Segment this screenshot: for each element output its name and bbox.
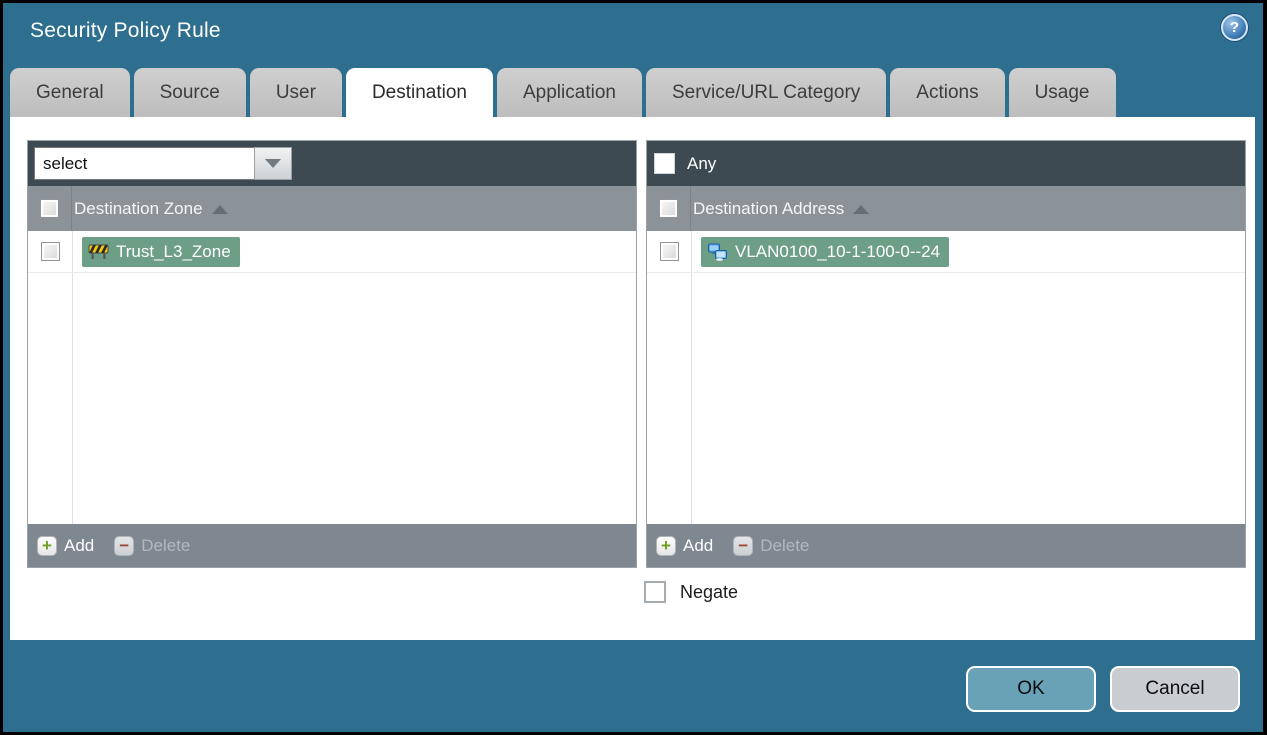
security-policy-rule-dialog: Security Policy Rule ? General Source Us… [3, 3, 1263, 732]
address-add-button[interactable]: + Add [656, 535, 714, 556]
address-row-checkbox[interactable] [659, 242, 679, 261]
zone-barrier-icon [88, 244, 109, 259]
sort-ascending-icon [853, 205, 870, 214]
cancel-button[interactable]: Cancel [1110, 666, 1240, 712]
destination-tab-content: Destination Zone [10, 117, 1255, 640]
any-checkbox[interactable] [654, 153, 675, 174]
address-item-vlan0100[interactable]: VLAN0100_10-1-100-0--24 [701, 236, 950, 267]
tab-strip: General Source User Destination Applicat… [10, 68, 1256, 117]
table-row: VLAN0100_10-1-100-0--24 [647, 231, 1245, 273]
plus-icon: + [656, 535, 676, 556]
address-toolbar: Any [647, 141, 1245, 186]
tab-application[interactable]: Application [497, 68, 642, 117]
table-row: Trust_L3_Zone [28, 231, 636, 273]
zone-footer: + Add − Delete [28, 524, 636, 567]
zone-row-checkbox[interactable] [40, 242, 60, 261]
address-delete-label: Delete [760, 535, 810, 555]
negate-checkbox[interactable] [644, 581, 666, 603]
zone-type-select-dropdown-button[interactable] [254, 147, 292, 180]
zone-rows-area: Trust_L3_Zone [28, 231, 636, 524]
tab-actions[interactable]: Actions [890, 68, 1005, 117]
help-icon[interactable]: ? [1221, 14, 1248, 41]
tab-usage[interactable]: Usage [1008, 68, 1116, 117]
address-add-label: Add [683, 535, 714, 555]
address-column-header-label: Destination Address [693, 198, 845, 218]
tab-general[interactable]: General [10, 68, 130, 117]
address-column-header[interactable]: Destination Address [647, 186, 1245, 231]
zone-toolbar [28, 141, 636, 186]
dialog-title: Security Policy Rule [30, 19, 221, 42]
address-item-label: VLAN0100_10-1-100-0--24 [735, 241, 941, 261]
ok-button[interactable]: OK [966, 666, 1096, 712]
sort-ascending-icon [211, 205, 228, 214]
destination-address-panel: Any Destination Address VLAN0100_10-1-10… [646, 140, 1246, 568]
tab-service-url-category[interactable]: Service/URL Category [645, 68, 887, 117]
zone-delete-label: Delete [141, 535, 191, 555]
minus-icon: − [114, 535, 135, 556]
dialog-titlebar: Security Policy Rule ? [3, 3, 1263, 65]
negate-label: Negate [680, 581, 739, 602]
destination-zone-panel: Destination Zone [27, 140, 637, 568]
zone-delete-button[interactable]: − Delete [114, 535, 191, 556]
address-select-all-checkbox[interactable] [659, 199, 678, 218]
plus-icon: + [37, 535, 57, 556]
network-address-icon [708, 243, 727, 261]
address-delete-button[interactable]: − Delete [733, 535, 810, 556]
chevron-down-icon [265, 159, 281, 168]
minus-icon: − [733, 535, 754, 556]
zone-column-header-label: Destination Zone [74, 198, 203, 218]
address-footer: + Add − Delete [647, 524, 1245, 567]
zone-select-all-checkbox[interactable] [40, 199, 59, 218]
zone-type-select-input[interactable] [34, 147, 254, 180]
tab-destination[interactable]: Destination [345, 68, 493, 117]
zone-add-label: Add [64, 535, 95, 555]
zone-item-trust-l3-zone[interactable]: Trust_L3_Zone [82, 236, 240, 267]
zone-column-header[interactable]: Destination Zone [28, 186, 636, 231]
negate-option: Negate [644, 581, 738, 603]
zone-add-button[interactable]: + Add [37, 535, 95, 556]
dialog-buttons: OK Cancel [966, 666, 1240, 712]
tab-user[interactable]: User [249, 68, 342, 117]
tab-source[interactable]: Source [133, 68, 246, 117]
zone-item-label: Trust_L3_Zone [116, 241, 231, 261]
address-rows-area: VLAN0100_10-1-100-0--24 [647, 231, 1245, 524]
any-label: Any [687, 153, 717, 173]
